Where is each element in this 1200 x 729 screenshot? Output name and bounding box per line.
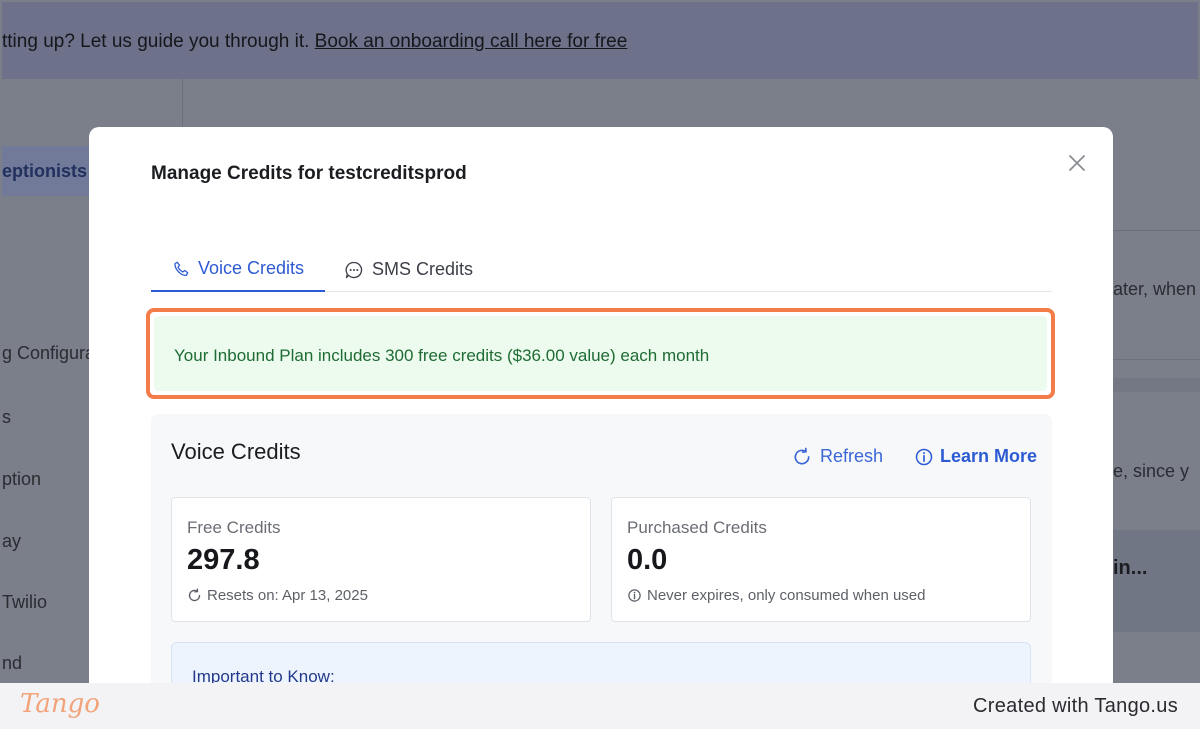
purchased-credits-note: Never expires, only consumed when used [627,587,925,604]
background-divider [1113,378,1200,392]
tab-voice-label: Voice Credits [198,258,305,278]
refresh-icon [794,447,810,465]
purchased-credits-card: Purchased Credits 0.0 Never expires, onl… [611,497,1031,622]
chat-bubble-icon [345,261,363,278]
background-text: ater, when [1113,279,1197,299]
sidebar-item-s[interactable]: s [2,407,11,428]
sidebar-item-ay[interactable]: ay [2,531,21,552]
sidebar-item-receptionists[interactable]: eptionists [2,146,98,196]
tab-voice-credits[interactable]: Voice Credits [151,247,325,292]
plan-notice-highlight: Your Inbound Plan includes 300 free cred… [146,308,1055,399]
voice-credits-panel: Voice Credits Refresh Learn More Free Cr… [151,414,1052,729]
info-icon [915,448,933,465]
tab-sms-label: SMS Credits [372,259,474,279]
purchased-credits-note-text: Never expires, only consumed when used [647,587,926,604]
tab-sms-credits[interactable]: SMS Credits [344,247,473,292]
learn-more-button[interactable]: Learn More [914,446,1037,467]
free-credits-reset-text: Resets on: Apr 13, 2025 [207,587,368,604]
tango-footer: Tango Created with Tango.us [0,683,1200,729]
panel-title: Voice Credits [171,439,301,464]
tango-logo: Tango [20,689,100,719]
sidebar-active-label: eptionists [2,161,88,181]
banner-text: tting up? Let us guide you through it. B… [2,31,627,53]
plan-notice-text: Your Inbound Plan includes 300 free cred… [174,346,710,365]
phone-icon [174,261,189,276]
close-button[interactable] [1065,151,1089,175]
refresh-label: Refresh [820,446,884,466]
background-text: e, since y [1113,461,1190,481]
close-icon [1069,155,1085,171]
info-icon [628,589,641,602]
sidebar-item-nd[interactable]: nd [2,653,22,674]
free-credits-label: Free Credits [187,518,281,537]
purchased-credits-label: Purchased Credits [627,518,767,537]
banner-message: tting up? Let us guide you through it. [2,31,315,52]
onboarding-banner: tting up? Let us guide you through it. B… [2,2,1198,79]
free-credits-reset: Resets on: Apr 13, 2025 [187,587,368,604]
manage-credits-modal: Manage Credits for testcreditsprod Voice… [89,127,1113,729]
learn-more-label: Learn More [940,446,1038,466]
onboarding-call-link[interactable]: Book an onboarding call here for free [315,31,628,52]
sidebar-item-option[interactable]: ption [2,469,41,490]
credits-tabs: Voice Credits SMS Credits [151,247,1052,292]
modal-title: Manage Credits for testcreditsprod [151,163,467,184]
sidebar-item-configuration[interactable]: g Configura [2,343,95,364]
free-credits-card: Free Credits 297.8 Resets on: Apr 13, 20… [171,497,591,622]
refresh-icon [188,588,201,602]
sidebar-item-twilio[interactable]: Twilio [2,592,47,613]
background-card: in... [1113,530,1200,632]
purchased-credits-value: 0.0 [627,544,668,576]
refresh-button[interactable]: Refresh [792,446,883,467]
free-credits-value: 297.8 [187,544,260,576]
plan-notice: Your Inbound Plan includes 300 free cred… [154,316,1047,391]
footer-credit-text: Created with Tango.us [973,695,1178,717]
background-card-title: in... [1113,557,1148,579]
